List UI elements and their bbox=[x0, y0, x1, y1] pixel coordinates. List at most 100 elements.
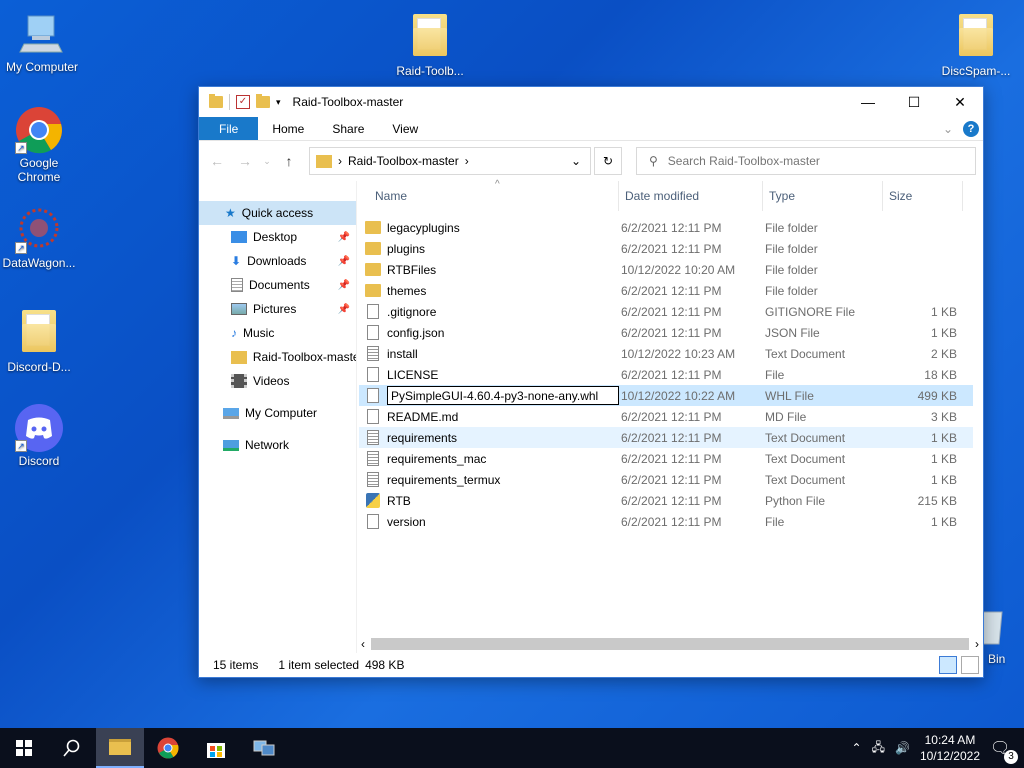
file-row[interactable]: requirements 6/2/2021 12:11 PM Text Docume… bbox=[359, 427, 973, 448]
customize-toolbar-icon[interactable]: ▾ bbox=[276, 97, 281, 108]
chevron-right-icon[interactable]: › bbox=[465, 154, 469, 168]
volume-icon[interactable]: 🔊 bbox=[895, 741, 910, 755]
system-tray: ⌃ 🖧 🔊 10:24 AM 10/12/2022 🗨 3 bbox=[852, 728, 1024, 768]
large-icons-view-button[interactable] bbox=[961, 656, 979, 674]
taskbar-file-explorer[interactable] bbox=[96, 728, 144, 768]
nav-item-network[interactable]: Network bbox=[199, 433, 356, 457]
file-type: Python File bbox=[765, 493, 826, 508]
file-row[interactable]: themes 6/2/2021 12:11 PM File folder bbox=[359, 280, 973, 301]
file-row[interactable]: legacyplugins 6/2/2021 12:11 PM File folde… bbox=[359, 217, 973, 238]
tab-view[interactable]: View bbox=[378, 117, 432, 140]
close-button[interactable]: ✕ bbox=[937, 87, 983, 117]
file-date: 6/2/2021 12:11 PM bbox=[621, 514, 722, 529]
up-arrow-icon[interactable]: ↑ bbox=[277, 153, 301, 169]
folder-icon bbox=[209, 94, 223, 108]
nav-item-quick-access[interactable]: ★ Quick access bbox=[199, 201, 356, 225]
properties-icon[interactable]: ✓ bbox=[236, 95, 250, 109]
scroll-left-icon[interactable]: ‹ bbox=[357, 637, 365, 651]
chevron-up-icon[interactable]: ⌃ bbox=[852, 741, 862, 755]
scrollbar-thumb[interactable] bbox=[371, 638, 969, 650]
clock-date: 10/12/2022 bbox=[919, 749, 980, 763]
file-row[interactable]: RTBFiles 10/12/2022 10:20 AM File folder bbox=[359, 259, 973, 280]
desktop-icon-raid-toolbox[interactable]: Raid-Toolb... bbox=[388, 10, 472, 78]
nav-item-my-computer[interactable]: My Computer bbox=[199, 401, 356, 425]
forward-arrow-icon[interactable]: → bbox=[233, 153, 257, 169]
column-header-name[interactable]: Name bbox=[357, 181, 619, 211]
file-row[interactable]: requirements_termux 6/2/2021 12:11 PM Text… bbox=[359, 469, 973, 490]
address-bar-right: ⌄ bbox=[562, 148, 590, 174]
rename-input[interactable] bbox=[387, 386, 619, 405]
nav-item-pictures[interactable]: Pictures 📌 bbox=[199, 297, 356, 321]
file-row[interactable]: 10/12/2022 10:22 AM WHL File 499 KB bbox=[359, 385, 973, 406]
desktop-icon-datawagon[interactable]: ↗ DataWagon... bbox=[0, 206, 81, 270]
text-document-icon bbox=[367, 346, 379, 361]
file-row[interactable]: requirements_mac 6/2/2021 12:11 PM Text Do… bbox=[359, 448, 973, 469]
file-type: Text Document bbox=[765, 472, 846, 487]
tab-file[interactable]: File bbox=[199, 117, 259, 140]
file-row[interactable]: LICENSE 6/2/2021 12:11 PM File 18 KB bbox=[359, 364, 973, 385]
desktop-icon-google-chrome[interactable]: ↗ Google Chrome bbox=[0, 106, 81, 184]
search-button[interactable] bbox=[48, 728, 96, 768]
file-type: MD File bbox=[765, 409, 807, 424]
file-name-cell: version bbox=[359, 514, 619, 529]
scroll-right-icon[interactable]: › bbox=[975, 637, 983, 651]
notifications-button[interactable]: 🗨 3 bbox=[990, 738, 1018, 764]
nav-item-downloads[interactable]: ⬇ Downloads 📌 bbox=[199, 249, 356, 273]
file-row[interactable]: .gitignore 6/2/2021 12:11 PM GITIGNORE Fil… bbox=[359, 301, 973, 322]
file-row[interactable]: version 6/2/2021 12:11 PM File 1 KB bbox=[359, 511, 973, 532]
clock[interactable]: 10:24 AM 10/12/2022 bbox=[920, 732, 980, 764]
nav-item-desktop[interactable]: Desktop 📌 bbox=[199, 225, 356, 249]
taskbar-chrome[interactable] bbox=[144, 728, 192, 768]
file-row[interactable]: RTB 6/2/2021 12:11 PM Python File 215 KB bbox=[359, 490, 973, 511]
address-bar[interactable]: › Raid-Toolbox-master › ⌄ bbox=[309, 147, 591, 175]
pin-icon: 📌 bbox=[337, 231, 350, 243]
file-row[interactable]: install 10/12/2022 10:23 AM Text Document 2… bbox=[359, 343, 973, 364]
refresh-button[interactable]: ↻ bbox=[594, 147, 622, 175]
file-type: File folder bbox=[765, 262, 818, 277]
file-list: legacyplugins 6/2/2021 12:11 PM File folde… bbox=[357, 211, 983, 532]
navigation-bar: ← → ⌄ ↑ › Raid-Toolbox-master › ⌄ ↻ ⚲ bbox=[199, 141, 983, 181]
back-arrow-icon[interactable]: ← bbox=[205, 153, 229, 169]
desktop-icon-label: Bin bbox=[988, 652, 1006, 666]
desktop-icon-discord-folder[interactable]: Discord-D... bbox=[0, 306, 81, 374]
chevron-right-icon[interactable]: › bbox=[338, 154, 342, 168]
desktop-icon-discord[interactable]: ↗ Discord bbox=[0, 404, 81, 468]
desktop-icon-my-computer[interactable]: My Computer bbox=[0, 10, 84, 74]
desktop-icon-discspam[interactable]: DiscSpam-... bbox=[934, 10, 1018, 78]
taskbar-store[interactable] bbox=[192, 728, 240, 768]
file-name: README.md bbox=[387, 409, 459, 424]
search-icon bbox=[63, 739, 80, 757]
file-date: 6/2/2021 12:11 PM bbox=[621, 220, 722, 235]
network-icon[interactable]: 🖧 bbox=[872, 738, 885, 759]
nav-item-music[interactable]: ♪ Music bbox=[199, 321, 356, 345]
tab-home[interactable]: Home bbox=[258, 117, 318, 140]
maximize-button[interactable]: ☐ bbox=[891, 87, 937, 117]
address-dropdown-icon[interactable]: ⌄ bbox=[562, 154, 590, 168]
text-document-icon bbox=[367, 472, 379, 487]
breadcrumb[interactable]: Raid-Toolbox-master bbox=[348, 154, 459, 168]
search-input[interactable] bbox=[667, 154, 948, 168]
recent-locations-icon[interactable]: ⌄ bbox=[261, 156, 273, 167]
horizontal-scrollbar[interactable]: ‹ › bbox=[357, 635, 983, 653]
new-folder-icon[interactable] bbox=[256, 94, 270, 108]
start-button[interactable] bbox=[0, 728, 48, 768]
column-header-date[interactable]: Date modified bbox=[619, 181, 763, 211]
file-row[interactable]: config.json 6/2/2021 12:11 PM JSON File 1 K… bbox=[359, 322, 973, 343]
nav-item-raid-toolbox[interactable]: Raid-Toolbox-maste bbox=[199, 345, 356, 369]
details-view-button[interactable] bbox=[939, 656, 957, 674]
file-date: 6/2/2021 12:11 PM bbox=[621, 472, 722, 487]
nav-item-videos[interactable]: Videos bbox=[199, 369, 356, 393]
minimize-button[interactable]: — bbox=[845, 87, 891, 117]
column-header-size[interactable]: Size bbox=[883, 181, 963, 211]
search-box[interactable]: ⚲ bbox=[636, 147, 976, 175]
column-header-type[interactable]: Type bbox=[763, 181, 883, 211]
nav-item-documents[interactable]: Documents 📌 bbox=[199, 273, 356, 297]
help-icon[interactable]: ? bbox=[963, 120, 979, 137]
file-size: 3 KB bbox=[930, 409, 957, 424]
file-row[interactable]: README.md 6/2/2021 12:11 PM MD File 3 KB bbox=[359, 406, 973, 427]
file-name: requirements_termux bbox=[387, 472, 501, 487]
tab-share[interactable]: Share bbox=[318, 117, 378, 140]
expand-ribbon-icon[interactable]: ⌄ bbox=[943, 122, 953, 136]
taskbar-app[interactable] bbox=[240, 728, 288, 768]
file-row[interactable]: plugins 6/2/2021 12:11 PM File folder bbox=[359, 238, 973, 259]
